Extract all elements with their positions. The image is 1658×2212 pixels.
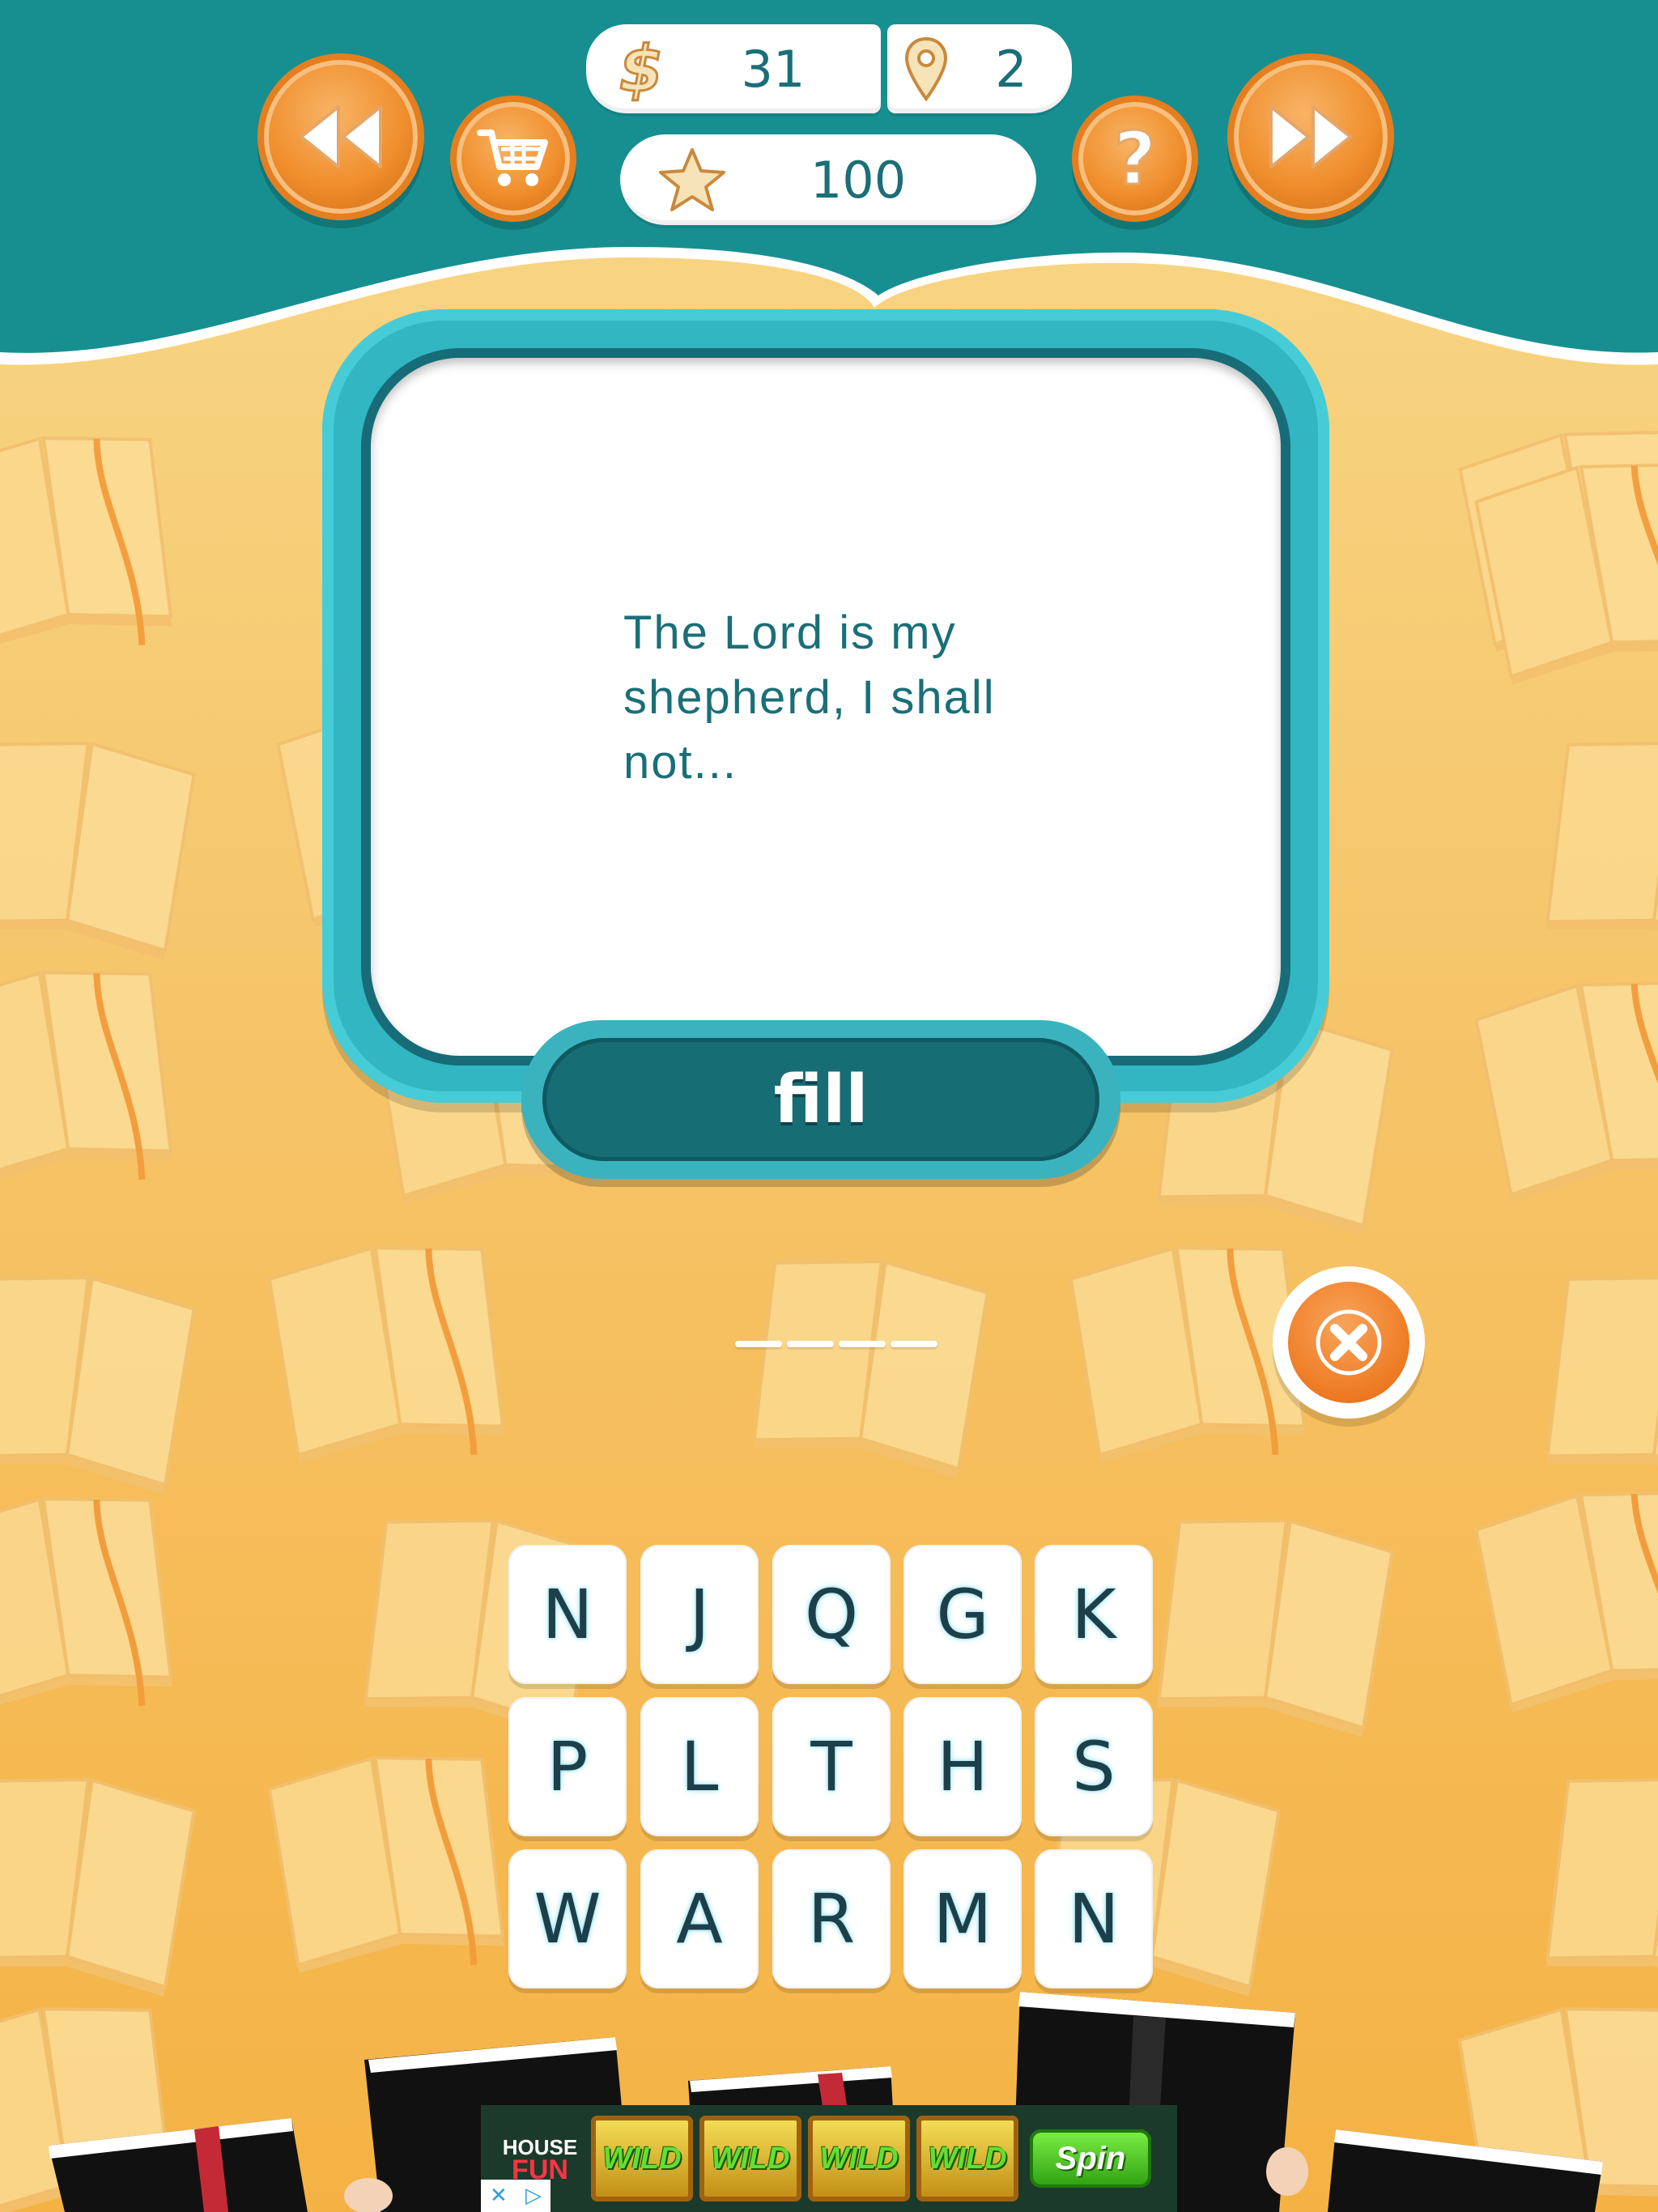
star-icon: [659, 148, 725, 211]
svg-text:$: $: [619, 34, 663, 104]
coins-value: 31: [741, 39, 806, 99]
letter-tile[interactable]: K: [1035, 1545, 1153, 1684]
ad-choices[interactable]: ✕ ▷: [481, 2180, 551, 2212]
answer-slot[interactable]: [839, 1341, 886, 1347]
question-icon: ?: [1112, 122, 1157, 195]
level-value: 2: [995, 39, 1027, 99]
ad-reel: WILD: [916, 2116, 1018, 2201]
letter-tile[interactable]: J: [640, 1545, 759, 1684]
fast-forward-icon: [1269, 105, 1352, 168]
ad-logo-line2: FUN: [512, 2155, 568, 2185]
letter-tile[interactable]: H: [903, 1697, 1022, 1836]
close-icon: [1316, 1309, 1382, 1376]
answer-slot[interactable]: [891, 1341, 937, 1347]
clear-answer-button[interactable]: [1273, 1266, 1425, 1419]
letter-tile[interactable]: L: [640, 1697, 759, 1836]
stars-value: 100: [810, 150, 907, 210]
letter-tile[interactable]: G: [903, 1545, 1022, 1684]
ad-spin-button[interactable]: Spin: [1030, 2129, 1151, 2188]
ad-close-icon[interactable]: ✕: [490, 2184, 508, 2208]
letter-tile[interactable]: P: [508, 1697, 627, 1836]
category-label: fill: [542, 1038, 1099, 1161]
stars-counter: 100: [620, 134, 1036, 225]
answer-slot[interactable]: [787, 1341, 834, 1347]
ad-info-icon[interactable]: ▷: [525, 2184, 542, 2208]
help-button[interactable]: ?: [1072, 96, 1198, 222]
ad-reel: WILD: [808, 2116, 910, 2201]
ad-reel: WILD: [699, 2116, 801, 2201]
clue-text: The Lord is my shepherd, I shall not...: [623, 606, 996, 789]
ad-banner[interactable]: HOUSE FUN WILD WILD WILD WILD Spin: [481, 2105, 1177, 2212]
svg-text:?: ?: [1114, 122, 1156, 195]
dollar-icon: $: [618, 34, 664, 104]
answer-slot[interactable]: [735, 1341, 782, 1347]
ad-logo: HOUSE FUN: [495, 2136, 585, 2185]
shopping-cart-icon: [477, 130, 548, 186]
ad-reel: WILD: [591, 2116, 693, 2201]
clear-button-face: [1288, 1282, 1409, 1403]
shop-button[interactable]: [450, 96, 576, 222]
skip-button[interactable]: [1227, 53, 1394, 220]
letter-tile[interactable]: Q: [772, 1545, 891, 1684]
back-button[interactable]: [257, 53, 424, 220]
rewind-icon: [300, 105, 382, 168]
coins-counter: $ 31: [586, 24, 881, 113]
level-counter: 2: [887, 24, 1072, 113]
letter-tile[interactable]: S: [1035, 1697, 1153, 1836]
letter-tile[interactable]: N: [508, 1545, 627, 1684]
letter-tile[interactable]: T: [772, 1697, 891, 1836]
map-pin-icon: [904, 36, 948, 102]
